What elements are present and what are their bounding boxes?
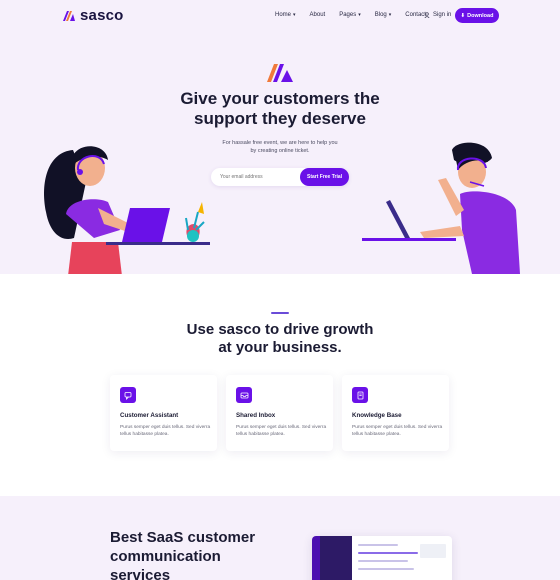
- hero-subtitle-line: by creating online ticket.: [250, 148, 310, 154]
- logo[interactable]: sasco: [62, 7, 124, 24]
- nav-item-label: About: [309, 12, 326, 18]
- features-title-line: Use sasco to drive growth: [186, 321, 374, 338]
- user-icon: [424, 12, 430, 18]
- features-title: Use sasco to drive growth at your busine…: [140, 321, 420, 357]
- nav-item-pages[interactable]: Pages ▾: [339, 12, 361, 18]
- chevron-down-icon: ▾: [358, 12, 361, 18]
- book-icon: [352, 387, 368, 403]
- nav-item-home[interactable]: Home ▾: [275, 12, 296, 18]
- app-screenshot: [312, 536, 452, 580]
- feature-card-customer-assistant[interactable]: Customer Assistant Purus semper eget dui…: [110, 375, 217, 451]
- app-map: [420, 544, 446, 558]
- hero-subtitle: For hassale free event, we are here to h…: [200, 139, 360, 155]
- feature-card-shared-inbox[interactable]: Shared Inbox Purus semper eget duis tell…: [226, 375, 333, 451]
- nav-item-label: Blog: [374, 12, 387, 18]
- nav-item-label: Contact: [405, 12, 426, 18]
- nav-item-label: Home: [275, 12, 292, 18]
- feature-card-description: Purus semper eget duis tellus. Sed viver…: [120, 425, 211, 437]
- support-agent-male-illustration: [362, 142, 520, 274]
- services-title-line: Best SaaS customer: [110, 529, 256, 546]
- feature-card-title: Knowledge Base: [352, 412, 402, 419]
- chevron-down-icon: ▾: [293, 12, 296, 18]
- feature-card-description: Purus semper eget duis tellus. Sed viver…: [236, 425, 327, 437]
- inbox-icon: [236, 387, 252, 403]
- start-trial-button[interactable]: Start Free Trial: [300, 168, 349, 186]
- download-button[interactable]: ⬇ Download: [455, 8, 499, 23]
- nav-item-label: Pages: [339, 12, 357, 18]
- nav-item-blog[interactable]: Blog ▾: [375, 12, 392, 18]
- app-row: [358, 560, 408, 562]
- email-input[interactable]: [220, 171, 300, 183]
- top-navbar: sasco Home ▾ About Pages ▾ Blog ▾ Contact S…: [0, 0, 560, 32]
- email-signup-form: Start Free Trial: [211, 168, 349, 186]
- hero-subtitle-line: For hassale free event, we are here to h…: [222, 140, 338, 146]
- feature-card-description: Purus semper eget duis tellus. Sed viver…: [352, 425, 443, 437]
- support-agent-illustration: [44, 146, 210, 274]
- app-row: [358, 568, 414, 570]
- feature-card-title: Customer Assistant: [120, 412, 179, 419]
- signin-link[interactable]: Sign in: [424, 12, 451, 18]
- hero-title-line: Give your customers the: [180, 89, 380, 108]
- download-label: Download: [467, 12, 494, 19]
- hero-section: sasco Home ▾ About Pages ▾ Blog ▾ Contact S…: [0, 0, 560, 274]
- signin-label: Sign in: [433, 12, 452, 18]
- app-panel: [320, 536, 352, 580]
- section-divider: [271, 312, 289, 314]
- main-menu: Home ▾ About Pages ▾ Blog ▾ Contact: [275, 12, 440, 18]
- brand-name: sasco: [80, 7, 124, 24]
- app-row: [358, 552, 418, 554]
- nav-item-contact[interactable]: Contact: [405, 12, 426, 18]
- sasco-mark-icon: [267, 64, 293, 82]
- sasco-logo-icon: [63, 10, 75, 21]
- app-row: [358, 544, 398, 546]
- services-title: Best SaaS customer communication service…: [110, 528, 290, 580]
- features-section: Use sasco to drive growth at your busine…: [0, 274, 560, 496]
- hero-title: Give your customers the support they des…: [120, 89, 440, 129]
- chevron-down-icon: ▾: [388, 12, 392, 18]
- nav-item-about[interactable]: About: [310, 12, 326, 18]
- services-section: Best SaaS customer communication service…: [0, 496, 560, 580]
- feature-card-knowledge-base[interactable]: Knowledge Base Purus semper eget duis te…: [342, 375, 449, 451]
- services-title-line: services: [110, 567, 171, 580]
- chat-icon: [120, 387, 136, 403]
- app-sidebar: [312, 536, 320, 580]
- hero-title-line: support they deserve: [194, 109, 366, 128]
- download-icon: ⬇: [460, 12, 466, 19]
- features-title-line: at your business.: [218, 339, 342, 356]
- feature-card-title: Shared Inbox: [236, 412, 276, 419]
- services-title-line: communication: [110, 548, 221, 565]
